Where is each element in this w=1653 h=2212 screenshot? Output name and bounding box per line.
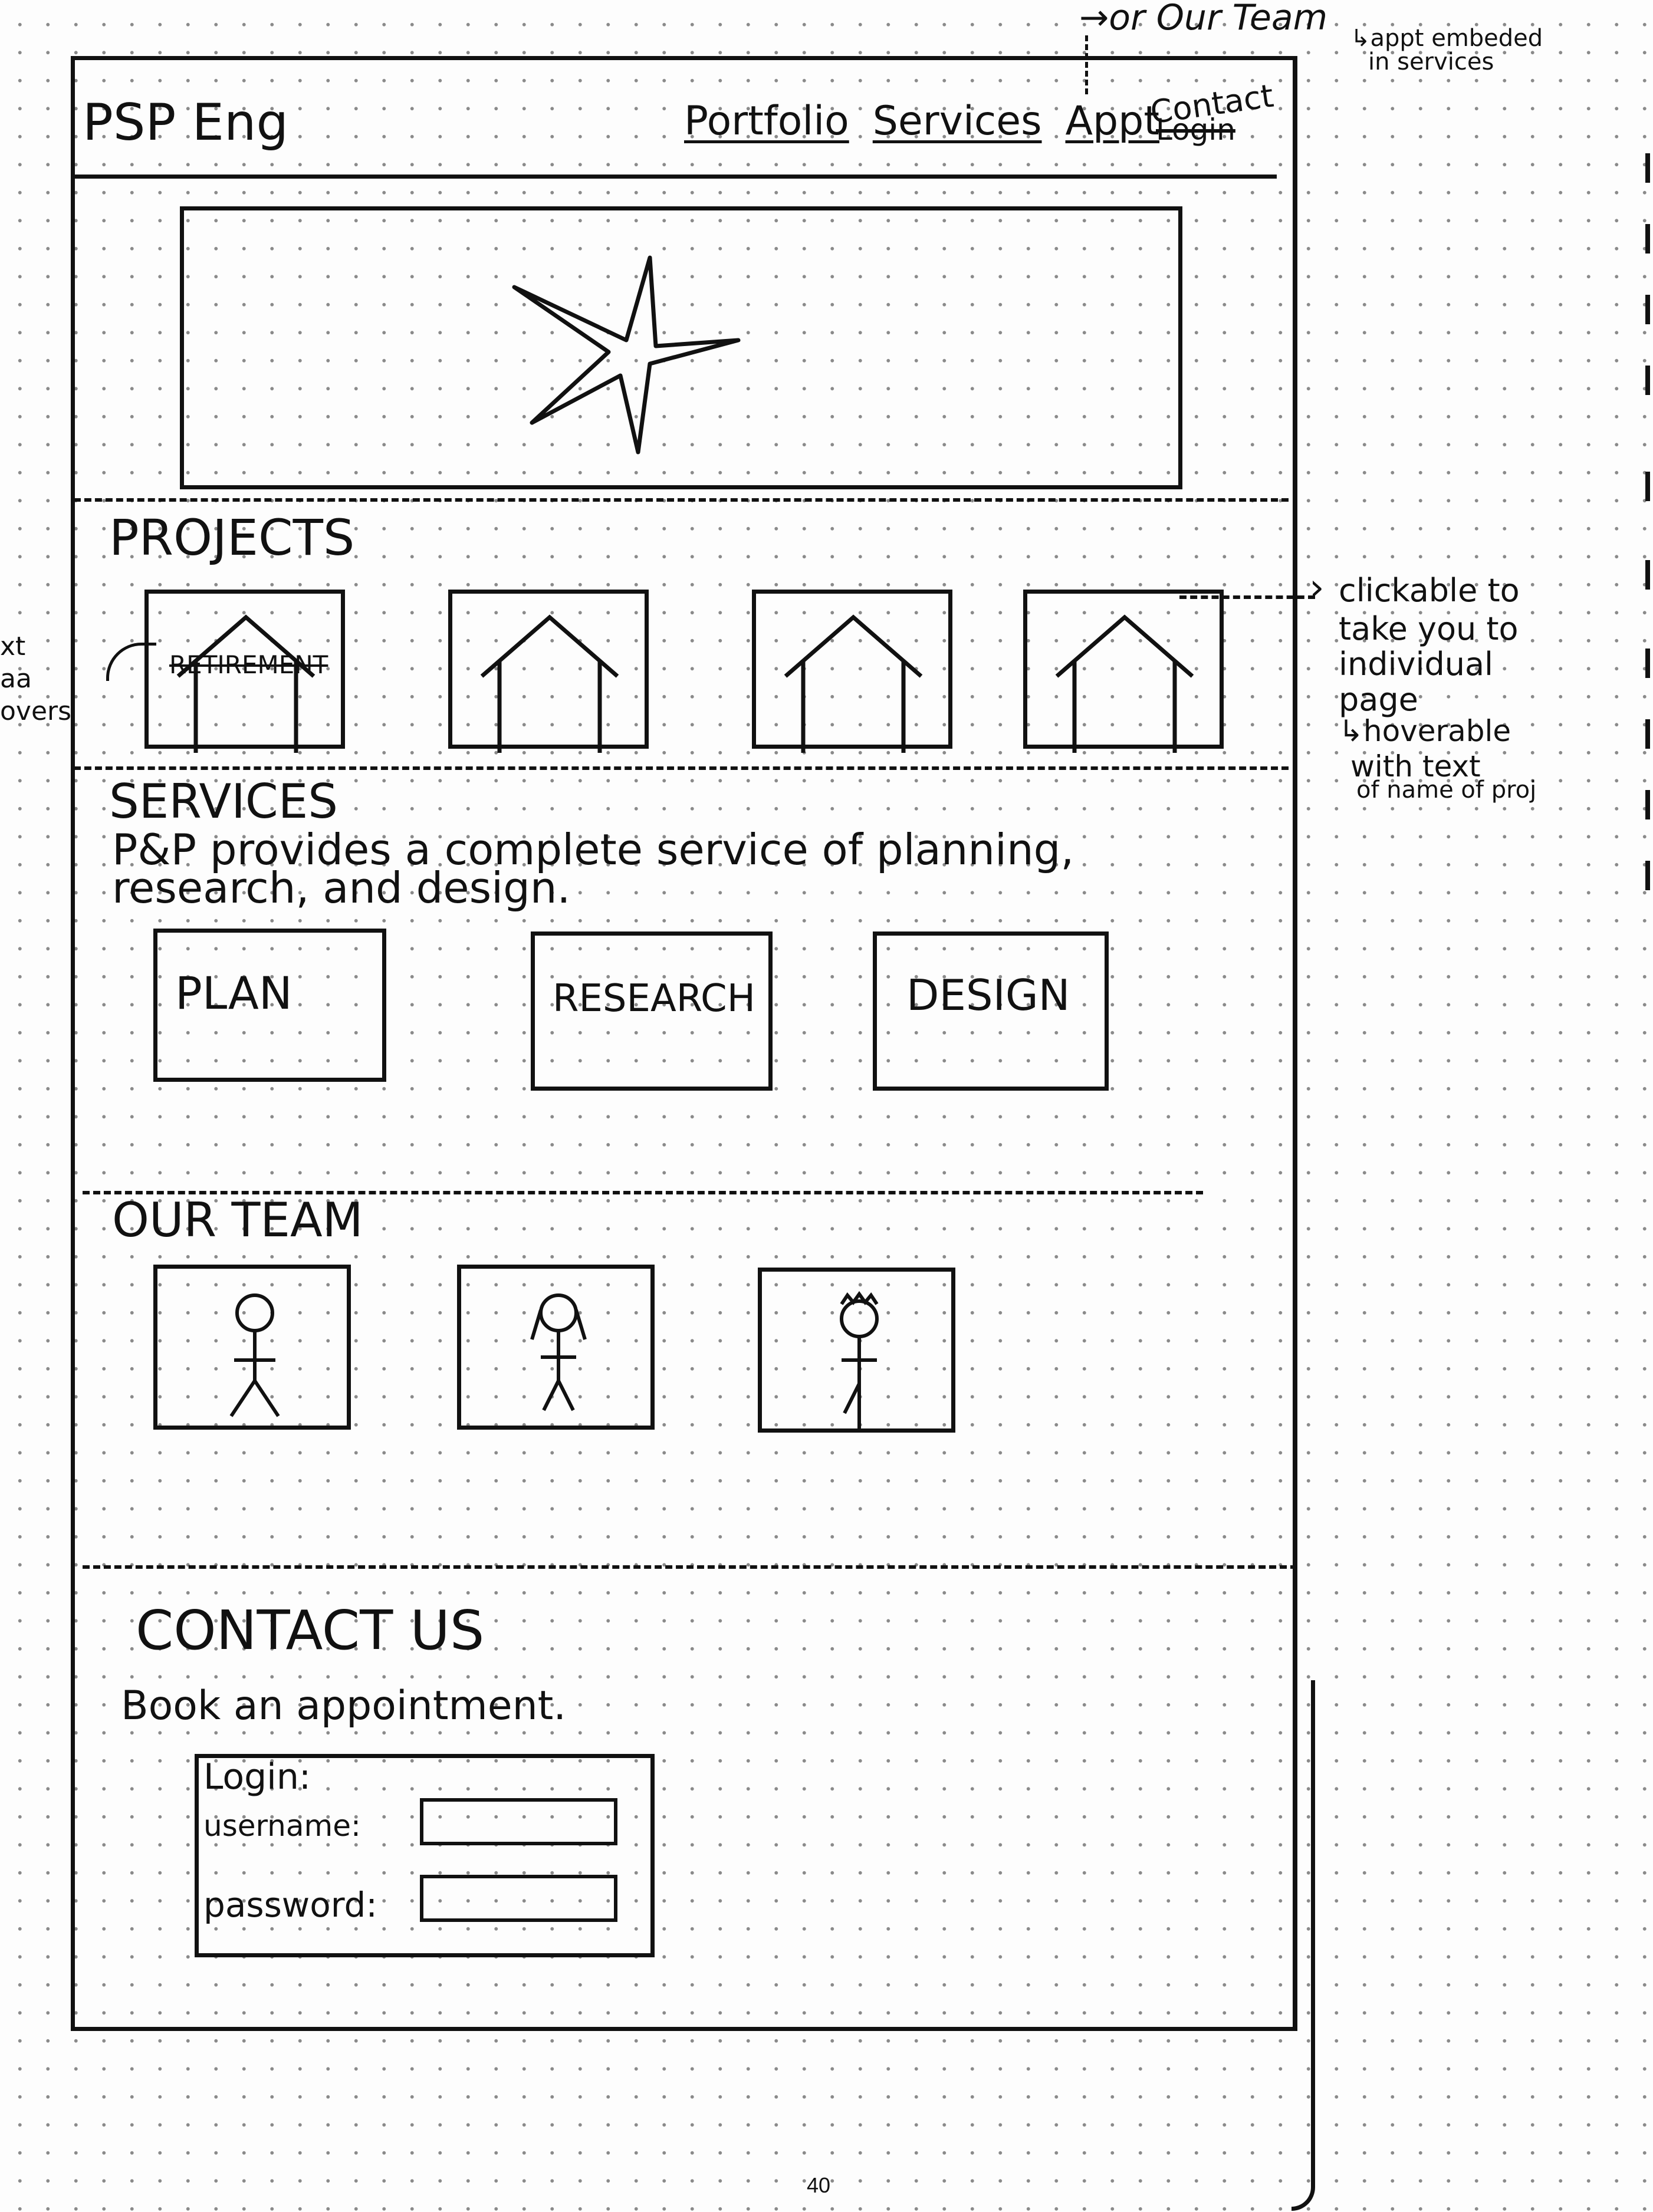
note-take-you: take you to [1339,610,1519,647]
person-icon [840,1291,879,1431]
team-title: OUR TEAM [112,1193,363,1247]
note-left-1: xt [0,631,26,661]
project-card-2[interactable] [448,590,649,753]
section-divider-1 [74,498,1289,502]
note-left-3: overs [0,696,72,726]
nav-services[interactable]: Services [873,101,1042,141]
top-nav: Portfolio Services Appt [684,101,1159,141]
section-divider-4 [83,1565,1297,1569]
hero-banner [180,206,1182,489]
nav-portfolio[interactable]: Portfolio [684,101,849,141]
page-number: 40 [807,2173,831,2197]
house-icon [1055,614,1194,753]
service-plan-box[interactable]: PLAN [153,929,386,1082]
login-form: Login: username: password: [195,1754,655,1957]
team-member-card-3[interactable] [758,1268,955,1433]
project-card-3[interactable] [752,590,952,753]
team-member-card-2[interactable] [457,1265,655,1430]
username-label: username: [203,1809,361,1843]
note-or-our-team: →or Our Team [1079,0,1328,38]
person-icon [229,1293,280,1417]
password-input[interactable] [420,1875,617,1922]
header-divider [74,175,1277,179]
note-clickable: clickable to [1339,572,1520,609]
service-design-label: DESIGN [906,970,1070,1020]
house-icon [784,614,923,753]
login-title: Login: [203,1756,311,1798]
note-hoverable: ↳hoverable [1339,714,1511,748]
service-research-label: RESEARCH [553,977,755,1021]
section-divider-2 [74,766,1289,770]
projects-title: PROJECTS [109,509,355,567]
note-left-2: aa [0,664,32,694]
username-input[interactable] [420,1798,617,1845]
note-name-of-proj: of name of proj [1356,776,1537,804]
project-hover-label: RETIREMENT [169,650,328,679]
services-title: SERVICES [109,774,339,829]
note-page: page [1339,681,1418,718]
nav-appt[interactable]: Appt [1066,101,1160,141]
margin-ticks [1645,153,1651,931]
note-individual: individual [1339,646,1494,683]
house-icon [480,614,619,753]
note-arrow-head: › [1309,566,1325,610]
contact-subtitle: Book an appointment. [121,1683,566,1729]
project-card-1[interactable]: RETIREMENT [144,590,345,753]
wireframe-sketch-page: { "notes": { "top_arrow": "→or Our Team"… [0,0,1653,2212]
nav-login-crossed: Login [1156,113,1235,147]
note-appt-embedded: ↳appt embeded [1350,25,1543,52]
team-member-card-1[interactable] [153,1265,351,1430]
password-label: password: [203,1885,377,1925]
service-plan-label: PLAN [175,967,293,1019]
contact-title: CONTACT US [136,1599,485,1662]
note-in-services: in services [1368,48,1494,75]
site-logo[interactable]: PSP Eng [83,97,288,148]
person-icon [530,1293,587,1411]
services-description-line2: research, and design. [112,863,571,913]
service-design-box[interactable]: DESIGN [873,931,1109,1091]
service-research-box[interactable]: RESEARCH [531,931,773,1091]
project-card-4[interactable] [1023,590,1224,753]
page-edge-extension [1291,1680,1315,2211]
house-icon [176,614,316,753]
star-icon [512,255,741,455]
